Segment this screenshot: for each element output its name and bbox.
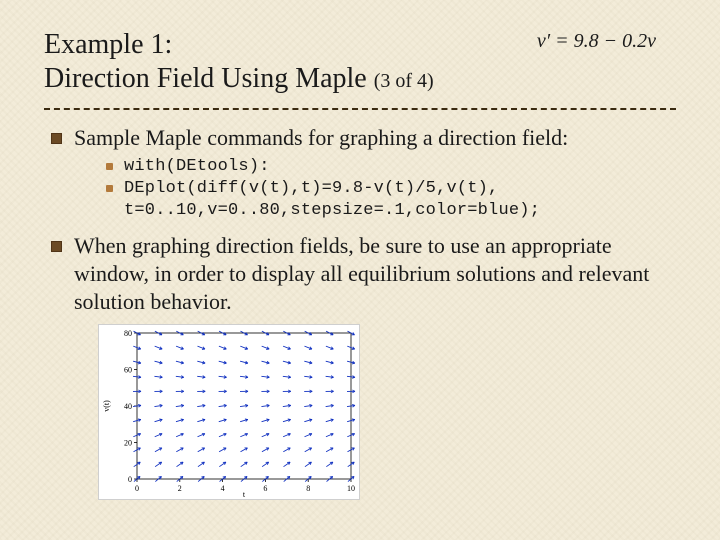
svg-text:8: 8 [306,484,310,493]
svg-text:2: 2 [178,484,182,493]
bullet-window-advice: When graphing direction fields, be sure … [52,232,676,316]
divider [44,108,676,110]
code-line-1: with(DEtools): [106,156,676,178]
svg-text:4: 4 [221,484,225,493]
svg-text:v(t): v(t) [102,400,111,412]
title-pagecount: (3 of 4) [374,70,434,92]
svg-text:0: 0 [128,475,132,484]
direction-field-chart: 0 2 4 6 8 10 0 20 40 60 80 t v(t) [98,324,360,500]
bullet-commands-intro-text: Sample Maple commands for graphing a dir… [74,125,568,150]
title-main: Direction Field Using Maple [44,63,367,94]
equation: v′ = 9.8 − 0.2v [537,30,656,53]
svg-text:t: t [243,490,246,499]
bullet-commands-intro: Sample Maple commands for graphing a dir… [52,124,676,222]
title-line2: Direction Field Using Maple (3 of 4) [44,62,676,98]
code-line-2: DEplot(diff(v(t),t)=9.8-v(t)/5,v(t), [106,178,676,200]
svg-text:6: 6 [263,484,267,493]
svg-text:10: 10 [347,484,355,493]
svg-text:60: 60 [124,366,132,375]
code-line-3: t=0..10,v=0..80,stepsize=.1,color=blue); [106,200,676,222]
svg-text:0: 0 [135,484,139,493]
svg-text:20: 20 [124,439,132,448]
svg-text:40: 40 [124,402,132,411]
svg-text:80: 80 [124,329,132,338]
